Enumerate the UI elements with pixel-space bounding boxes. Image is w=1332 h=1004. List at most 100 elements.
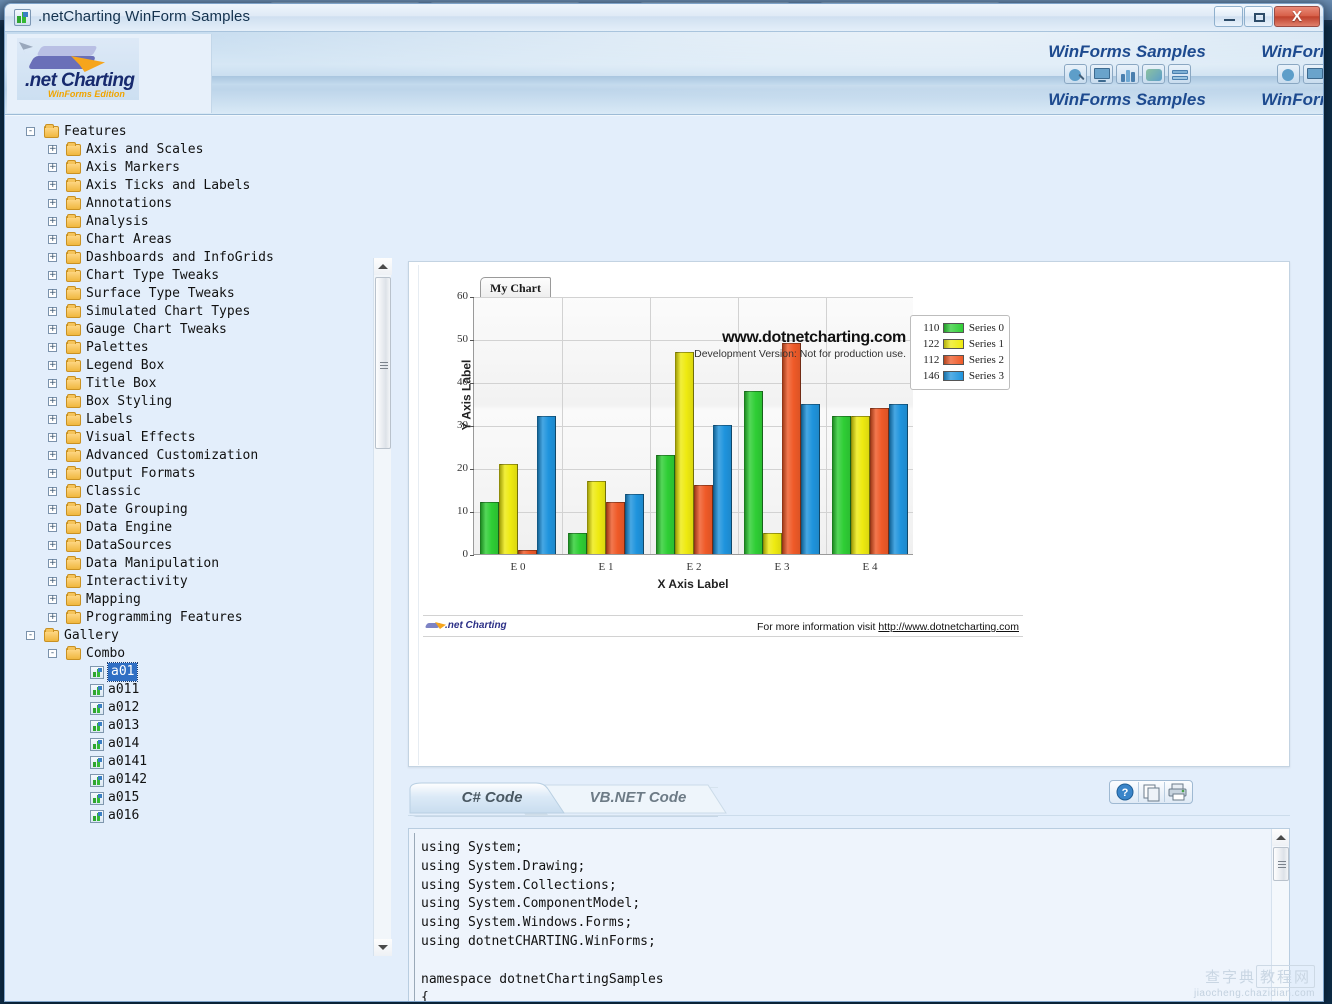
tree-item[interactable]: + Mapping xyxy=(16,591,386,609)
sample-tree[interactable]: - Features + Axis and Scales + Axis Markers + A… xyxy=(16,123,386,838)
bar[interactable] xyxy=(656,455,675,554)
tab-vbnet-code[interactable]: VB.NET Code xyxy=(568,779,708,815)
expand-toggle-icon[interactable]: + xyxy=(48,145,57,154)
expand-toggle-icon[interactable]: + xyxy=(48,451,57,460)
tree-item[interactable]: + Date Grouping xyxy=(16,501,386,519)
expand-toggle-icon[interactable]: + xyxy=(48,325,57,334)
bar[interactable] xyxy=(744,390,763,554)
tree-item[interactable]: + Interactivity xyxy=(16,573,386,591)
tree-item[interactable]: + Classic xyxy=(16,483,386,501)
tree-item[interactable]: + Axis and Scales xyxy=(16,141,386,159)
tree-item[interactable]: + Data Engine xyxy=(16,519,386,537)
expand-toggle-icon[interactable]: + xyxy=(48,433,57,442)
tree-item[interactable]: + Palettes xyxy=(16,339,386,357)
dotnetcharting-link[interactable]: http://www.dotnetcharting.com xyxy=(878,621,1019,633)
legend-item[interactable]: 122 Series 1 xyxy=(916,336,1004,352)
bar[interactable] xyxy=(782,343,801,554)
bar[interactable] xyxy=(587,480,606,554)
expand-toggle-icon[interactable]: + xyxy=(48,235,57,244)
expand-toggle-icon[interactable]: + xyxy=(48,487,57,496)
tree-scrollbar[interactable] xyxy=(373,258,392,956)
expand-toggle-icon[interactable]: + xyxy=(48,361,57,370)
expand-toggle-icon[interactable]: + xyxy=(48,469,57,478)
tree-item[interactable]: - Features xyxy=(16,123,386,141)
maximize-button[interactable] xyxy=(1244,6,1273,27)
expand-toggle-icon[interactable]: + xyxy=(48,253,57,262)
bar[interactable] xyxy=(625,493,644,554)
bar[interactable] xyxy=(606,502,625,554)
bar[interactable] xyxy=(889,403,908,554)
print-button[interactable] xyxy=(1164,782,1190,802)
expand-toggle-icon[interactable]: + xyxy=(48,541,57,550)
expand-toggle-icon[interactable]: + xyxy=(48,415,57,424)
scroll-down-button[interactable] xyxy=(374,939,392,956)
database-icon[interactable] xyxy=(1167,64,1191,84)
collapse-toggle-icon[interactable]: - xyxy=(26,631,35,640)
minimize-button[interactable] xyxy=(1214,6,1243,27)
globe-search-icon[interactable] xyxy=(1276,64,1300,84)
bar[interactable] xyxy=(675,351,694,554)
monitor-icon[interactable] xyxy=(1089,64,1113,84)
expand-toggle-icon[interactable]: + xyxy=(48,217,57,226)
tree-item[interactable]: a011 xyxy=(16,681,386,699)
tree-item[interactable]: + Analysis xyxy=(16,213,386,231)
expand-toggle-icon[interactable]: + xyxy=(48,559,57,568)
tree-item[interactable]: + Labels xyxy=(16,411,386,429)
tree-scroll-thumb[interactable] xyxy=(375,277,391,449)
expand-toggle-icon[interactable]: + xyxy=(48,307,57,316)
bar[interactable] xyxy=(801,403,820,554)
tree-item[interactable]: + Chart Type Tweaks xyxy=(16,267,386,285)
tree-item[interactable]: + Title Box xyxy=(16,375,386,393)
tree-item[interactable]: a013 xyxy=(16,717,386,735)
bar[interactable] xyxy=(568,532,587,554)
code-vertical-scrollbar[interactable] xyxy=(1271,829,1289,1001)
tree-item[interactable]: + DataSources xyxy=(16,537,386,555)
scroll-up-button[interactable] xyxy=(374,258,392,275)
code-scroll-thumb[interactable] xyxy=(1273,847,1289,881)
bar[interactable] xyxy=(518,549,537,554)
legend-item[interactable]: 110 Series 0 xyxy=(916,320,1004,336)
legend-item[interactable]: 112 Series 2 xyxy=(916,352,1004,368)
tree-item[interactable]: a014 xyxy=(16,735,386,753)
expand-toggle-icon[interactable]: + xyxy=(48,181,57,190)
expand-toggle-icon[interactable]: + xyxy=(48,343,57,352)
tree-item[interactable]: - Combo xyxy=(16,645,386,663)
bar[interactable] xyxy=(694,485,713,554)
expand-toggle-icon[interactable]: + xyxy=(48,271,57,280)
tree-item[interactable]: a015 xyxy=(16,789,386,807)
tree-item[interactable]: + Box Styling xyxy=(16,393,386,411)
bar[interactable] xyxy=(499,463,518,554)
expand-toggle-icon[interactable]: + xyxy=(48,289,57,298)
expand-toggle-icon[interactable]: + xyxy=(48,577,57,586)
expand-toggle-icon[interactable]: + xyxy=(48,523,57,532)
tree-item[interactable]: + Chart Areas xyxy=(16,231,386,249)
tree-item[interactable]: + Dashboards and InfoGrids xyxy=(16,249,386,267)
code-viewer[interactable]: using System; using System.Drawing; usin… xyxy=(408,828,1290,1001)
bar[interactable] xyxy=(537,416,556,554)
tree-item[interactable]: - Gallery xyxy=(16,627,386,645)
tree-item[interactable]: + Surface Type Tweaks xyxy=(16,285,386,303)
expand-toggle-icon[interactable]: + xyxy=(48,163,57,172)
legend-item[interactable]: 146 Series 3 xyxy=(916,368,1004,384)
expand-toggle-icon[interactable]: + xyxy=(48,613,57,622)
expand-toggle-icon[interactable]: + xyxy=(48,505,57,514)
tree-item[interactable]: + Legend Box xyxy=(16,357,386,375)
bar[interactable] xyxy=(832,416,851,554)
expand-toggle-icon[interactable]: + xyxy=(48,595,57,604)
map-globe-icon[interactable] xyxy=(1141,64,1165,84)
copy-button[interactable] xyxy=(1138,782,1164,802)
tree-item[interactable]: a012 xyxy=(16,699,386,717)
collapse-toggle-icon[interactable]: - xyxy=(48,649,57,658)
expand-toggle-icon[interactable]: + xyxy=(48,397,57,406)
tree-item[interactable]: + Axis Markers xyxy=(16,159,386,177)
bar[interactable] xyxy=(763,532,782,554)
expand-toggle-icon[interactable]: + xyxy=(48,379,57,388)
monitor-icon[interactable] xyxy=(1302,64,1323,84)
tree-item[interactable]: a01 xyxy=(16,662,386,682)
tree-item[interactable]: + Visual Effects xyxy=(16,429,386,447)
tree-item[interactable]: + Gauge Chart Tweaks xyxy=(16,321,386,339)
tree-item[interactable]: + Annotations xyxy=(16,195,386,213)
tree-item[interactable]: + Advanced Customization xyxy=(16,447,386,465)
tree-item[interactable]: + Axis Ticks and Labels xyxy=(16,177,386,195)
close-button[interactable]: X xyxy=(1274,6,1320,27)
